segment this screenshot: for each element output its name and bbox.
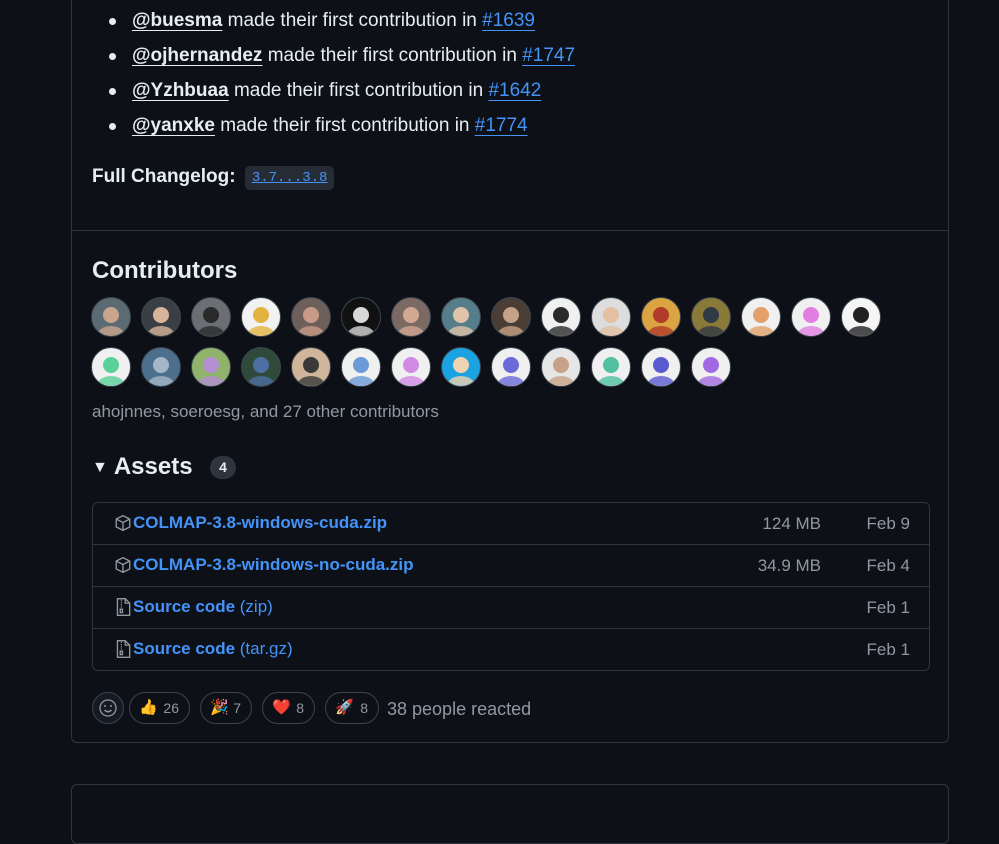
pr-link[interactable]: #1747 (522, 45, 575, 66)
assets-list: COLMAP-3.8-windows-cuda.zip 124 MB Feb 9… (92, 502, 930, 671)
package-icon (115, 556, 131, 574)
contributor-avatar[interactable] (441, 297, 481, 337)
contributor-avatar[interactable] (541, 297, 581, 337)
list-item-text: made their first contribution in (227, 10, 477, 31)
assets-toggle[interactable]: ▼ Assets (92, 451, 193, 484)
asset-date: Feb 1 (866, 598, 910, 617)
contributor-avatar[interactable] (791, 297, 831, 337)
contributor-avatar[interactable] (841, 297, 881, 337)
contributor-avatar[interactable] (491, 297, 531, 337)
assets-count-badge: 4 (210, 456, 236, 479)
thumbs-up-icon: 👍 (139, 699, 158, 716)
list-item: @ojhernandez made their first contributi… (108, 41, 575, 76)
contributor-avatar[interactable] (691, 347, 731, 387)
asset-size: 124 MB (762, 514, 821, 533)
asset-row: COLMAP-3.8-windows-no-cuda.zip 34.9 MB F… (93, 544, 929, 586)
contributor-avatar[interactable] (741, 297, 781, 337)
contributor-avatar[interactable] (91, 347, 131, 387)
contributor-avatar[interactable] (641, 347, 681, 387)
user-link[interactable]: @Yzhbuaa (132, 80, 229, 101)
contributor-avatar[interactable] (291, 347, 331, 387)
reaction-count: 8 (360, 700, 368, 716)
file-zip-icon (116, 640, 131, 658)
pr-link[interactable]: #1642 (488, 80, 541, 101)
reaction-rocket-button[interactable]: 🚀 8 (325, 692, 379, 724)
contributor-avatar[interactable] (391, 347, 431, 387)
asset-link[interactable]: Source code (zip) (133, 595, 273, 619)
contributor-avatar[interactable] (591, 347, 631, 387)
contributor-avatar[interactable] (491, 347, 531, 387)
pr-link[interactable]: #1639 (482, 10, 535, 31)
list-item-text: made their first contribution in (233, 80, 484, 101)
list-item-text: made their first contribution in (220, 115, 470, 136)
contributor-avatar[interactable] (341, 297, 381, 337)
contributor-avatar[interactable] (341, 347, 381, 387)
contributor-avatar[interactable] (141, 297, 181, 337)
contributor-avatar[interactable] (191, 347, 231, 387)
asset-date: Feb 1 (866, 640, 910, 659)
contributor-avatar[interactable] (641, 297, 681, 337)
caret-down-icon: ▼ (92, 459, 108, 476)
package-icon (115, 514, 131, 532)
asset-date: Feb 9 (866, 514, 910, 533)
asset-name: COLMAP-3.8-windows-no-cuda.zip (133, 555, 414, 574)
reaction-hooray-button[interactable]: 🎉 7 (200, 692, 252, 724)
reaction-count: 26 (163, 700, 179, 716)
contributor-avatar[interactable] (591, 297, 631, 337)
asset-link[interactable]: COLMAP-3.8-windows-no-cuda.zip (133, 553, 414, 577)
asset-suffix: (zip) (235, 597, 273, 616)
asset-link[interactable]: Source code (tar.gz) (133, 637, 293, 661)
list-item: @buesma made their first contribution in… (108, 6, 575, 41)
reaction-thumbs-up-button[interactable]: 👍 26 (129, 692, 190, 724)
smiley-icon (99, 699, 117, 717)
user-link[interactable]: @ojhernandez (132, 45, 262, 66)
contributor-avatar[interactable] (241, 347, 281, 387)
contributor-avatar[interactable] (91, 297, 131, 337)
asset-size: 34.9 MB (757, 556, 821, 575)
party-popper-icon: 🎉 (210, 699, 229, 716)
contributors-heading: Contributors (92, 257, 238, 284)
list-item: @yanxke made their first contribution in… (108, 111, 575, 146)
contributor-avatar[interactable] (191, 297, 231, 337)
heart-icon: ❤️ (272, 699, 291, 716)
file-zip-icon (116, 598, 131, 616)
asset-name: Source code (133, 597, 236, 616)
changelog-compare-link[interactable]: 3.7...3.8 (244, 166, 335, 190)
new-contributors-list: @buesma made their first contribution in… (92, 6, 575, 146)
asset-suffix: (tar.gz) (235, 639, 293, 658)
asset-name: COLMAP-3.8-windows-cuda.zip (133, 513, 388, 532)
reactions-summary: 38 people reacted (387, 699, 532, 719)
contributor-avatar[interactable] (541, 347, 581, 387)
asset-link[interactable]: COLMAP-3.8-windows-cuda.zip (133, 511, 387, 535)
list-item-text: made their first contribution in (267, 45, 517, 66)
asset-row: Source code (tar.gz) Feb 1 (93, 628, 929, 670)
add-reaction-button[interactable] (92, 692, 124, 724)
divider (72, 230, 948, 231)
contributor-avatar[interactable] (391, 297, 431, 337)
next-release-card (71, 784, 949, 844)
asset-date: Feb 4 (866, 556, 910, 575)
full-changelog: Full Changelog: 3.7...3.8 (92, 163, 335, 191)
contributors-note: ahojnnes, soeroesg, and 27 other contrib… (92, 402, 439, 421)
assets-heading: Assets (113, 453, 193, 480)
contributor-avatar[interactable] (241, 297, 281, 337)
contributor-avatar[interactable] (691, 297, 731, 337)
pr-link[interactable]: #1774 (475, 115, 528, 136)
changelog-label: Full Changelog: (92, 166, 236, 187)
rocket-icon: 🚀 (335, 699, 354, 716)
contributor-avatar[interactable] (141, 347, 181, 387)
reaction-count: 7 (233, 700, 241, 716)
list-item: @Yzhbuaa made their first contribution i… (108, 76, 575, 111)
reaction-count: 8 (296, 700, 304, 716)
user-link[interactable]: @yanxke (132, 115, 215, 136)
contributor-avatar[interactable] (441, 347, 481, 387)
user-link[interactable]: @buesma (132, 10, 222, 31)
asset-row: Source code (zip) Feb 1 (93, 586, 929, 628)
asset-name: Source code (133, 639, 236, 658)
contributor-avatar[interactable] (291, 297, 331, 337)
reaction-heart-button[interactable]: ❤️ 8 (262, 692, 315, 724)
asset-row: COLMAP-3.8-windows-cuda.zip 124 MB Feb 9 (93, 503, 929, 545)
